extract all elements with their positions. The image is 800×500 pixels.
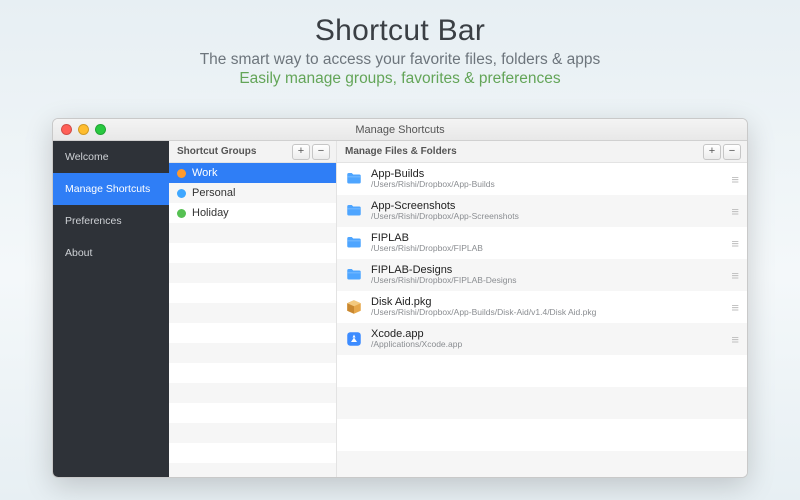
empty-row bbox=[169, 263, 336, 283]
empty-row bbox=[169, 423, 336, 443]
group-color-dot bbox=[177, 189, 186, 198]
file-name: Disk Aid.pkg bbox=[371, 296, 723, 308]
folder-icon bbox=[345, 202, 363, 220]
drag-handle-icon[interactable]: ≡ bbox=[731, 332, 739, 347]
hero: Shortcut Bar The smart way to access you… bbox=[0, 0, 800, 88]
folder-icon bbox=[345, 234, 363, 252]
empty-row bbox=[169, 303, 336, 323]
titlebar: Manage Shortcuts bbox=[53, 119, 747, 141]
file-row[interactable]: Xcode.app/Applications/Xcode.app ≡ bbox=[337, 323, 747, 355]
files-header-label: Manage Files & Folders bbox=[345, 146, 457, 157]
file-path: /Applications/Xcode.app bbox=[371, 340, 723, 349]
group-color-dot bbox=[177, 169, 186, 178]
file-row[interactable]: App-Builds/Users/Rishi/Dropbox/App-Build… bbox=[337, 163, 747, 195]
drag-handle-icon[interactable]: ≡ bbox=[731, 172, 739, 187]
pkg-icon bbox=[345, 298, 363, 316]
sidebar: WelcomeManage ShortcutsPreferencesAbout bbox=[53, 141, 169, 477]
app-window: Manage Shortcuts WelcomeManage Shortcuts… bbox=[52, 118, 748, 478]
empty-row bbox=[337, 355, 747, 387]
empty-row bbox=[169, 403, 336, 423]
app-icon bbox=[345, 330, 363, 348]
group-label: Work bbox=[192, 167, 217, 179]
drag-handle-icon[interactable]: ≡ bbox=[731, 300, 739, 315]
file-path: /Users/Rishi/Dropbox/FIPLAB bbox=[371, 244, 723, 253]
group-label: Holiday bbox=[192, 207, 229, 219]
empty-row bbox=[337, 451, 747, 477]
file-name: App-Screenshots bbox=[371, 200, 723, 212]
groups-pane: Shortcut Groups + − Work Personal Holiday bbox=[169, 141, 337, 477]
group-row[interactable]: Personal bbox=[169, 183, 336, 203]
file-name: Xcode.app bbox=[371, 328, 723, 340]
file-path: /Users/Rishi/Dropbox/App-Builds/Disk-Aid… bbox=[371, 308, 723, 317]
files-list: App-Builds/Users/Rishi/Dropbox/App-Build… bbox=[337, 163, 747, 477]
groups-header-label: Shortcut Groups bbox=[177, 146, 256, 157]
groups-header: Shortcut Groups + − bbox=[169, 141, 336, 163]
empty-row bbox=[169, 223, 336, 243]
remove-group-button[interactable]: − bbox=[312, 144, 330, 160]
file-path: /Users/Rishi/Dropbox/App-Builds bbox=[371, 180, 723, 189]
empty-row bbox=[337, 387, 747, 419]
window-title: Manage Shortcuts bbox=[355, 124, 444, 136]
empty-row bbox=[169, 383, 336, 403]
empty-row bbox=[337, 419, 747, 451]
file-row[interactable]: FIPLAB-Designs/Users/Rishi/Dropbox/FIPLA… bbox=[337, 259, 747, 291]
empty-row bbox=[169, 463, 336, 477]
minimize-icon[interactable] bbox=[78, 124, 89, 135]
drag-handle-icon[interactable]: ≡ bbox=[731, 268, 739, 283]
file-name: App-Builds bbox=[371, 168, 723, 180]
hero-title: Shortcut Bar bbox=[0, 14, 800, 48]
empty-row bbox=[169, 243, 336, 263]
drag-handle-icon[interactable]: ≡ bbox=[731, 236, 739, 251]
file-row[interactable]: App-Screenshots/Users/Rishi/Dropbox/App-… bbox=[337, 195, 747, 227]
file-path: /Users/Rishi/Dropbox/FIPLAB-Designs bbox=[371, 276, 723, 285]
file-name: FIPLAB-Designs bbox=[371, 264, 723, 276]
traffic-lights bbox=[61, 124, 106, 135]
files-header: Manage Files & Folders + − bbox=[337, 141, 747, 163]
zoom-icon[interactable] bbox=[95, 124, 106, 135]
close-icon[interactable] bbox=[61, 124, 72, 135]
file-name: FIPLAB bbox=[371, 232, 723, 244]
empty-row bbox=[169, 443, 336, 463]
add-file-button[interactable]: + bbox=[703, 144, 721, 160]
file-path: /Users/Rishi/Dropbox/App-Screenshots bbox=[371, 212, 723, 221]
files-pane: Manage Files & Folders + − App-Builds/Us… bbox=[337, 141, 747, 477]
groups-list: Work Personal Holiday bbox=[169, 163, 336, 477]
empty-row bbox=[169, 343, 336, 363]
hero-tagline: Easily manage groups, favorites & prefer… bbox=[0, 70, 800, 88]
folder-icon bbox=[345, 170, 363, 188]
sidebar-item-preferences[interactable]: Preferences bbox=[53, 205, 169, 237]
folder-icon bbox=[345, 266, 363, 284]
empty-row bbox=[169, 323, 336, 343]
group-row[interactable]: Work bbox=[169, 163, 336, 183]
sidebar-item-about[interactable]: About bbox=[53, 237, 169, 269]
sidebar-item-manage-shortcuts[interactable]: Manage Shortcuts bbox=[53, 173, 169, 205]
sidebar-item-welcome[interactable]: Welcome bbox=[53, 141, 169, 173]
remove-file-button[interactable]: − bbox=[723, 144, 741, 160]
add-group-button[interactable]: + bbox=[292, 144, 310, 160]
drag-handle-icon[interactable]: ≡ bbox=[731, 204, 739, 219]
file-row[interactable]: FIPLAB/Users/Rishi/Dropbox/FIPLAB ≡ bbox=[337, 227, 747, 259]
hero-subtitle: The smart way to access your favorite fi… bbox=[0, 51, 800, 69]
file-row[interactable]: Disk Aid.pkg/Users/Rishi/Dropbox/App-Bui… bbox=[337, 291, 747, 323]
empty-row bbox=[169, 363, 336, 383]
group-row[interactable]: Holiday bbox=[169, 203, 336, 223]
group-label: Personal bbox=[192, 187, 235, 199]
empty-row bbox=[169, 283, 336, 303]
group-color-dot bbox=[177, 209, 186, 218]
